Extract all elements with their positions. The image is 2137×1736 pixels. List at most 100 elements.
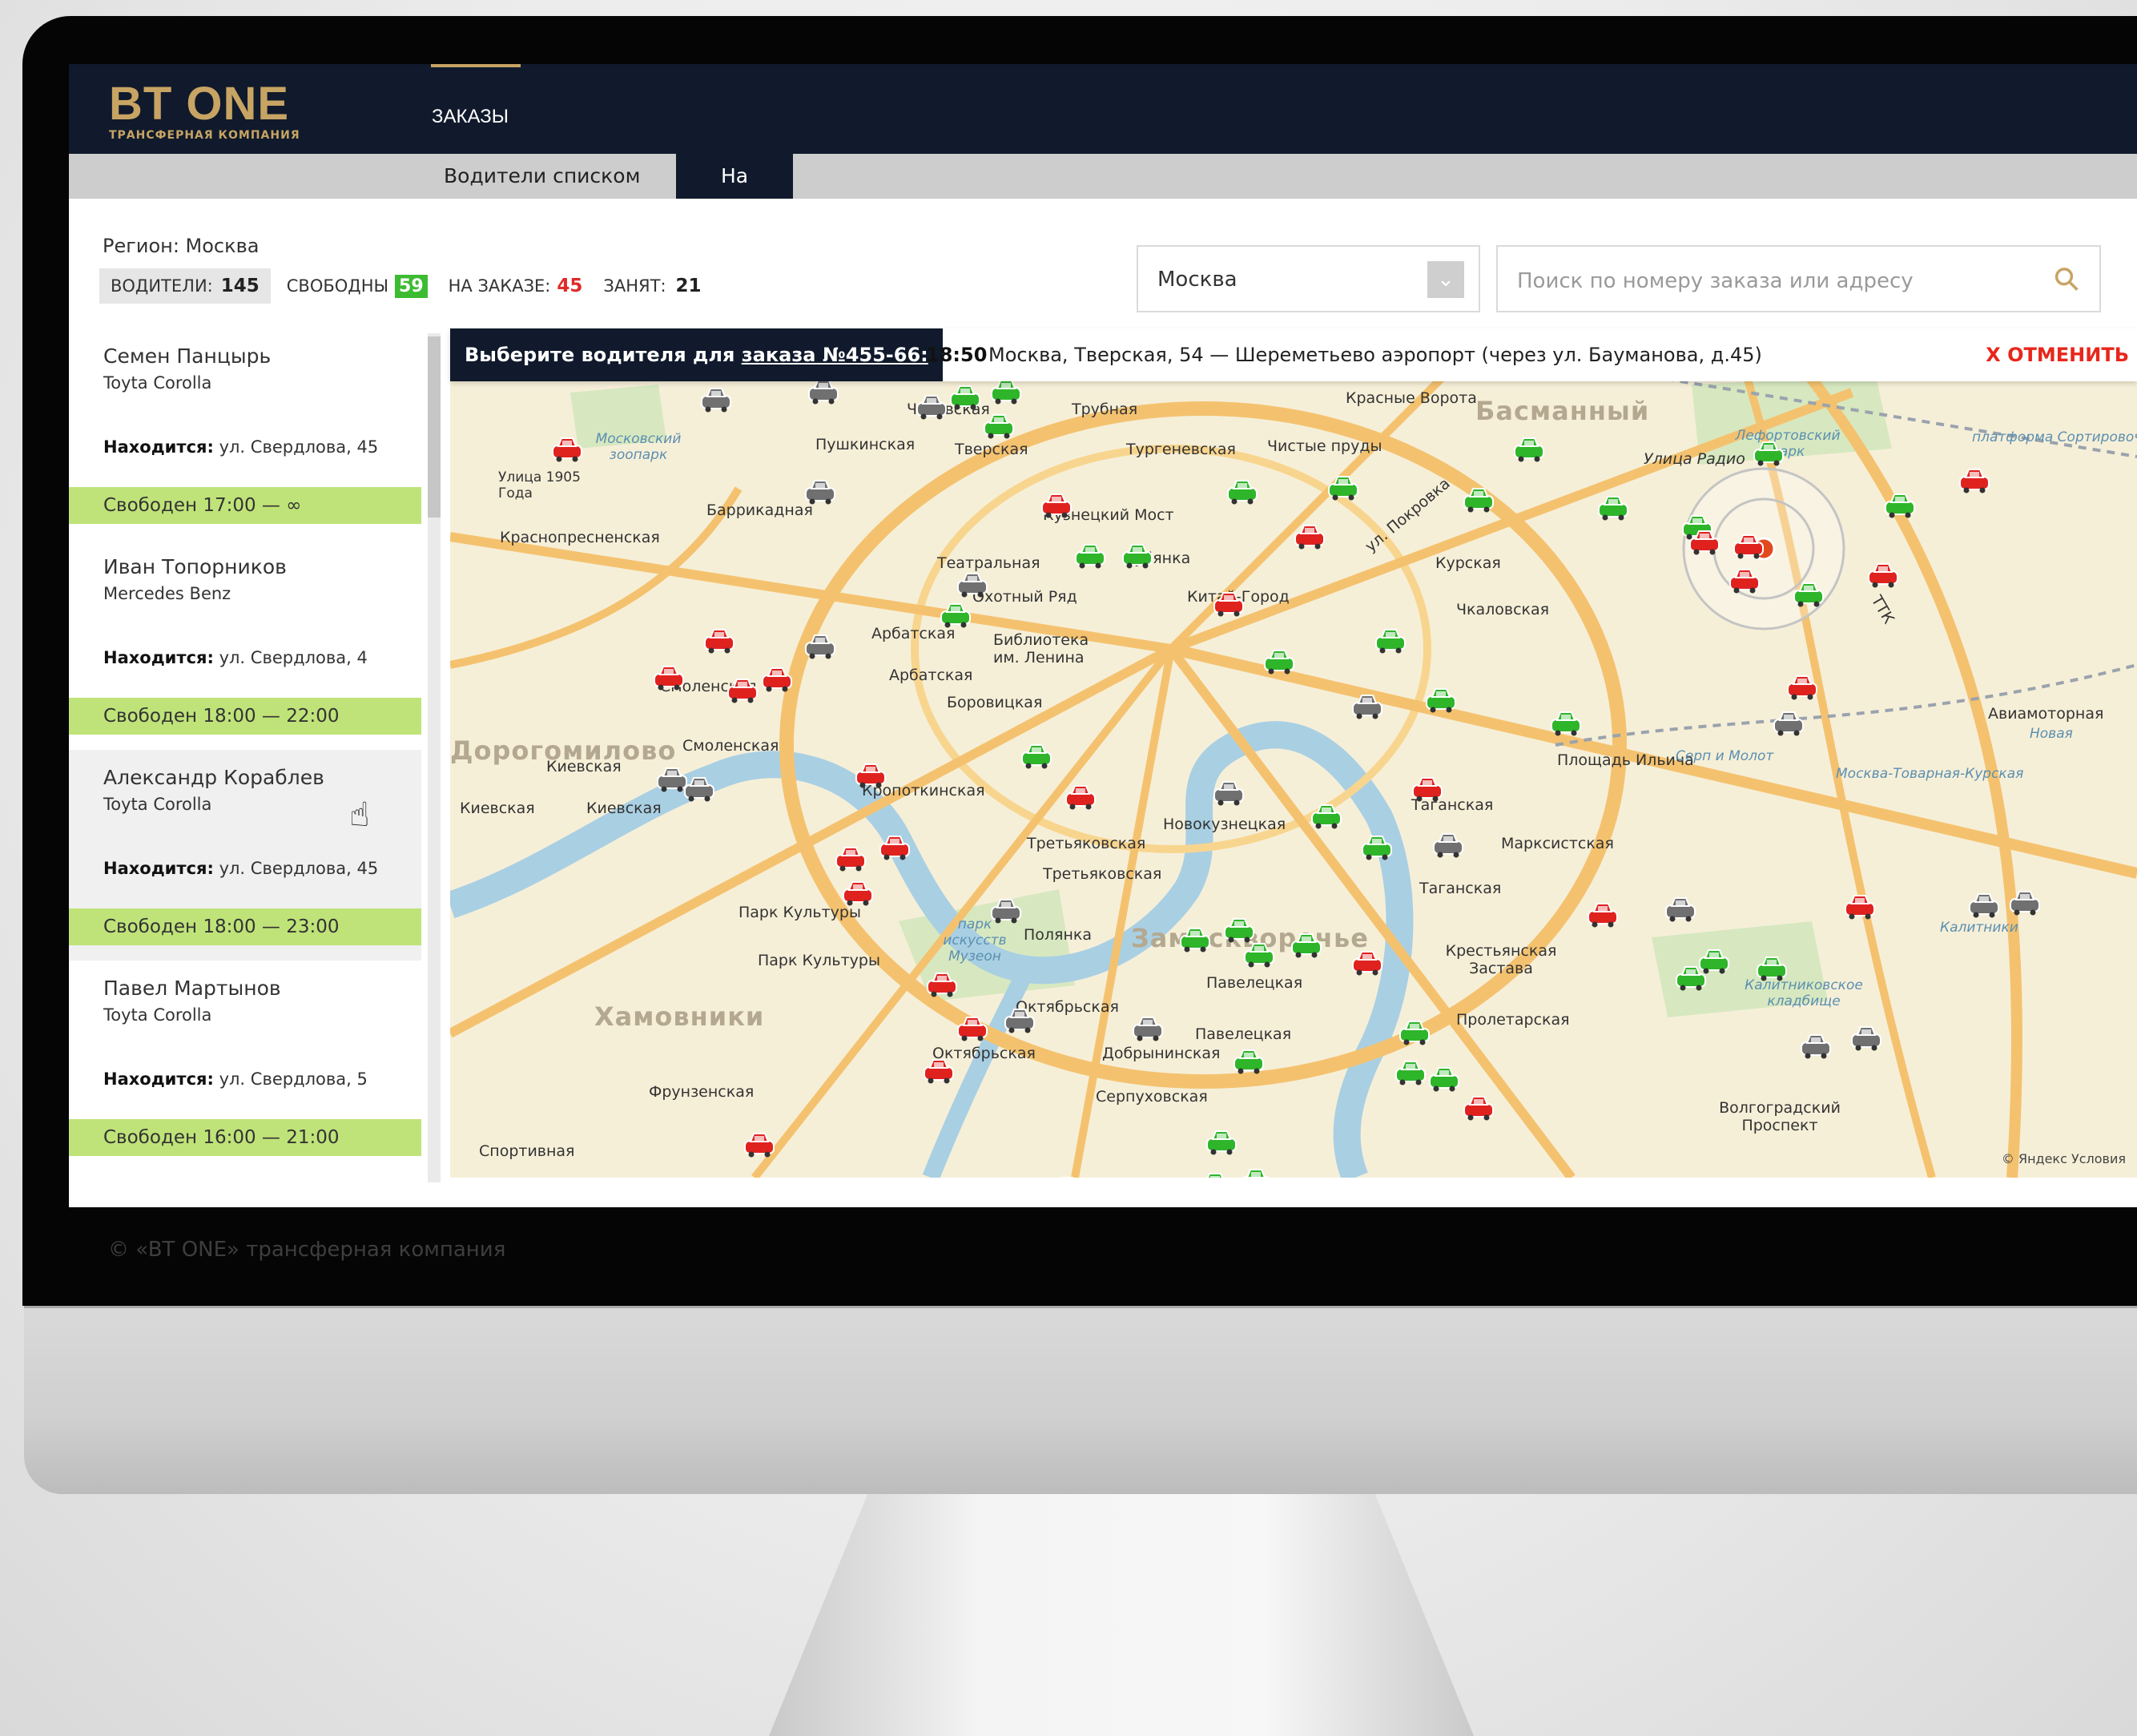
busy-car-icon[interactable]	[1294, 522, 1326, 550]
free-car-icon[interactable]	[1327, 473, 1359, 501]
cancel-button[interactable]: X ОТМЕНИТЬ	[1986, 328, 2129, 381]
busy-car-icon[interactable]	[703, 626, 735, 655]
busy-car-icon[interactable]	[855, 760, 887, 789]
free-car-icon[interactable]	[1884, 490, 1916, 519]
free-car-icon[interactable]	[1074, 541, 1106, 570]
free-car-icon[interactable]	[1226, 477, 1258, 505]
on-order-car-icon[interactable]	[1968, 890, 2000, 919]
driver-card[interactable]: Павел Мартынов Toyta Corolla Находится: …	[69, 961, 421, 1171]
busy-car-icon[interactable]	[1733, 531, 1765, 560]
free-car-icon[interactable]	[1240, 1166, 1272, 1178]
free-car-icon[interactable]	[1199, 1170, 1231, 1178]
free-car-icon[interactable]	[1756, 953, 1788, 982]
on-order-car-icon[interactable]	[683, 774, 715, 803]
busy-car-icon[interactable]	[1867, 560, 1899, 589]
free-car-icon[interactable]	[1753, 438, 1785, 467]
free-car-icon[interactable]	[1428, 1064, 1460, 1093]
on-order-car-icon[interactable]	[1800, 1031, 1832, 1060]
free-car-icon[interactable]	[1463, 485, 1495, 514]
free-car-icon[interactable]	[1310, 801, 1342, 830]
map-label: Киевская	[460, 800, 535, 817]
free-car-icon[interactable]	[949, 382, 981, 411]
sidebar-scrollbar-thumb[interactable]	[428, 336, 441, 518]
free-car-icon[interactable]	[983, 411, 1015, 440]
map-attribution[interactable]: © Яндекс Условия	[2002, 1151, 2126, 1166]
free-car-icon[interactable]	[1263, 646, 1295, 675]
drivers-list[interactable]: Семен Панцырь Toyta Corolla Находится: у…	[69, 328, 421, 1207]
on-order-car-icon[interactable]	[916, 392, 948, 421]
map-label: Трубная	[1072, 401, 1138, 418]
free-car-icon[interactable]	[1550, 708, 1582, 737]
free-car-icon[interactable]	[1793, 579, 1825, 608]
on-order-car-icon[interactable]	[1351, 691, 1383, 720]
busy-car-icon[interactable]	[1844, 892, 1876, 920]
busy-car-icon[interactable]	[1351, 948, 1383, 977]
on-order-car-icon[interactable]	[1773, 708, 1805, 737]
busy-car-icon[interactable]	[653, 663, 685, 691]
free-car-icon[interactable]	[1290, 930, 1322, 959]
busy-car-icon[interactable]	[1958, 465, 1990, 494]
on-order-car-icon[interactable]	[2009, 888, 2041, 916]
search-icon[interactable]: ⚲	[2046, 258, 2088, 300]
busy-car-icon[interactable]	[1786, 672, 1818, 701]
busy-car-icon[interactable]	[842, 878, 874, 907]
on-order-car-icon[interactable]	[804, 631, 836, 660]
driver-card[interactable]: Александр Кораблев Toyta Corolla Находит…	[69, 750, 421, 961]
busy-car-icon[interactable]	[956, 1013, 988, 1042]
nav-tab-orders-label[interactable]: ЗАКАЗЫ	[432, 106, 509, 128]
on-order-car-icon[interactable]	[1664, 894, 1696, 923]
free-car-icon[interactable]	[1361, 832, 1393, 861]
on-order-car-icon[interactable]	[1213, 778, 1245, 807]
free-car-icon[interactable]	[1399, 1017, 1431, 1046]
on-order-car-icon[interactable]	[1132, 1013, 1164, 1042]
order-link[interactable]: заказа №455-66:	[742, 344, 928, 366]
busy-car-icon[interactable]	[1040, 490, 1073, 519]
free-car-icon[interactable]	[1233, 1046, 1265, 1075]
busy-car-icon[interactable]	[726, 675, 759, 704]
driver-card[interactable]: Иван Топорников Mercedes Benz Находится:…	[69, 539, 421, 750]
busy-car-icon[interactable]	[1411, 774, 1443, 803]
logo[interactable]: BT ONE ТРАНСФЕРНАЯ КОМПАНИЯ	[109, 80, 300, 143]
on-order-car-icon[interactable]	[804, 477, 836, 505]
on-order-car-icon[interactable]	[990, 896, 1022, 924]
on-order-car-icon[interactable]	[1051, 1174, 1083, 1178]
free-car-icon[interactable]	[1675, 963, 1707, 992]
on-order-car-icon[interactable]	[1004, 1005, 1036, 1034]
tab-drivers-list[interactable]: Водители списком	[431, 154, 653, 199]
free-car-icon[interactable]	[1205, 1127, 1238, 1156]
driver-card[interactable]: Семен Панцырь Toyta Corolla Находится: у…	[69, 328, 421, 539]
busy-car-icon[interactable]	[926, 969, 958, 998]
busy-car-icon[interactable]	[1729, 566, 1761, 594]
busy-car-icon[interactable]	[743, 1130, 775, 1158]
chevron-down-icon[interactable]: ⌄	[1427, 261, 1464, 298]
busy-car-icon[interactable]	[835, 844, 867, 872]
free-car-icon[interactable]	[1513, 434, 1545, 463]
city-map[interactable]: Чеховская Трубная Красные Ворота Басманн…	[450, 328, 2137, 1178]
free-car-icon[interactable]	[1179, 924, 1211, 953]
city-select[interactable]: Москва ⌄	[1137, 245, 1480, 312]
tab-on-map[interactable]: На карте	[676, 154, 793, 232]
busy-car-icon[interactable]	[551, 434, 583, 463]
busy-car-icon[interactable]	[1213, 589, 1245, 618]
busy-car-icon[interactable]	[1688, 527, 1720, 556]
free-car-icon[interactable]	[1121, 541, 1153, 570]
busy-car-icon[interactable]	[879, 832, 911, 861]
search-input[interactable]: Поиск по номеру заказа или адресу ⚲	[1496, 245, 2101, 312]
on-order-car-icon[interactable]	[1432, 830, 1464, 859]
free-car-icon[interactable]	[1243, 940, 1275, 969]
drivers-total-label: ВОДИТЕЛИ:	[111, 276, 213, 296]
free-car-icon[interactable]	[1020, 741, 1052, 770]
free-car-icon[interactable]	[1597, 493, 1629, 522]
on-order-car-icon[interactable]	[1850, 1023, 1882, 1052]
busy-car-icon[interactable]	[1587, 900, 1619, 928]
on-order-car-icon[interactable]	[700, 385, 732, 413]
free-car-icon[interactable]	[1394, 1057, 1427, 1086]
busy-car-icon[interactable]	[1064, 782, 1097, 811]
busy-car-icon[interactable]	[761, 664, 793, 693]
on-order-car-icon[interactable]	[956, 570, 988, 598]
free-car-icon[interactable]	[1374, 626, 1407, 655]
busy-car-icon[interactable]	[1463, 1093, 1495, 1122]
free-car-icon[interactable]	[1425, 685, 1457, 714]
busy-car-icon[interactable]	[923, 1056, 955, 1085]
free-car-icon[interactable]	[940, 600, 972, 629]
